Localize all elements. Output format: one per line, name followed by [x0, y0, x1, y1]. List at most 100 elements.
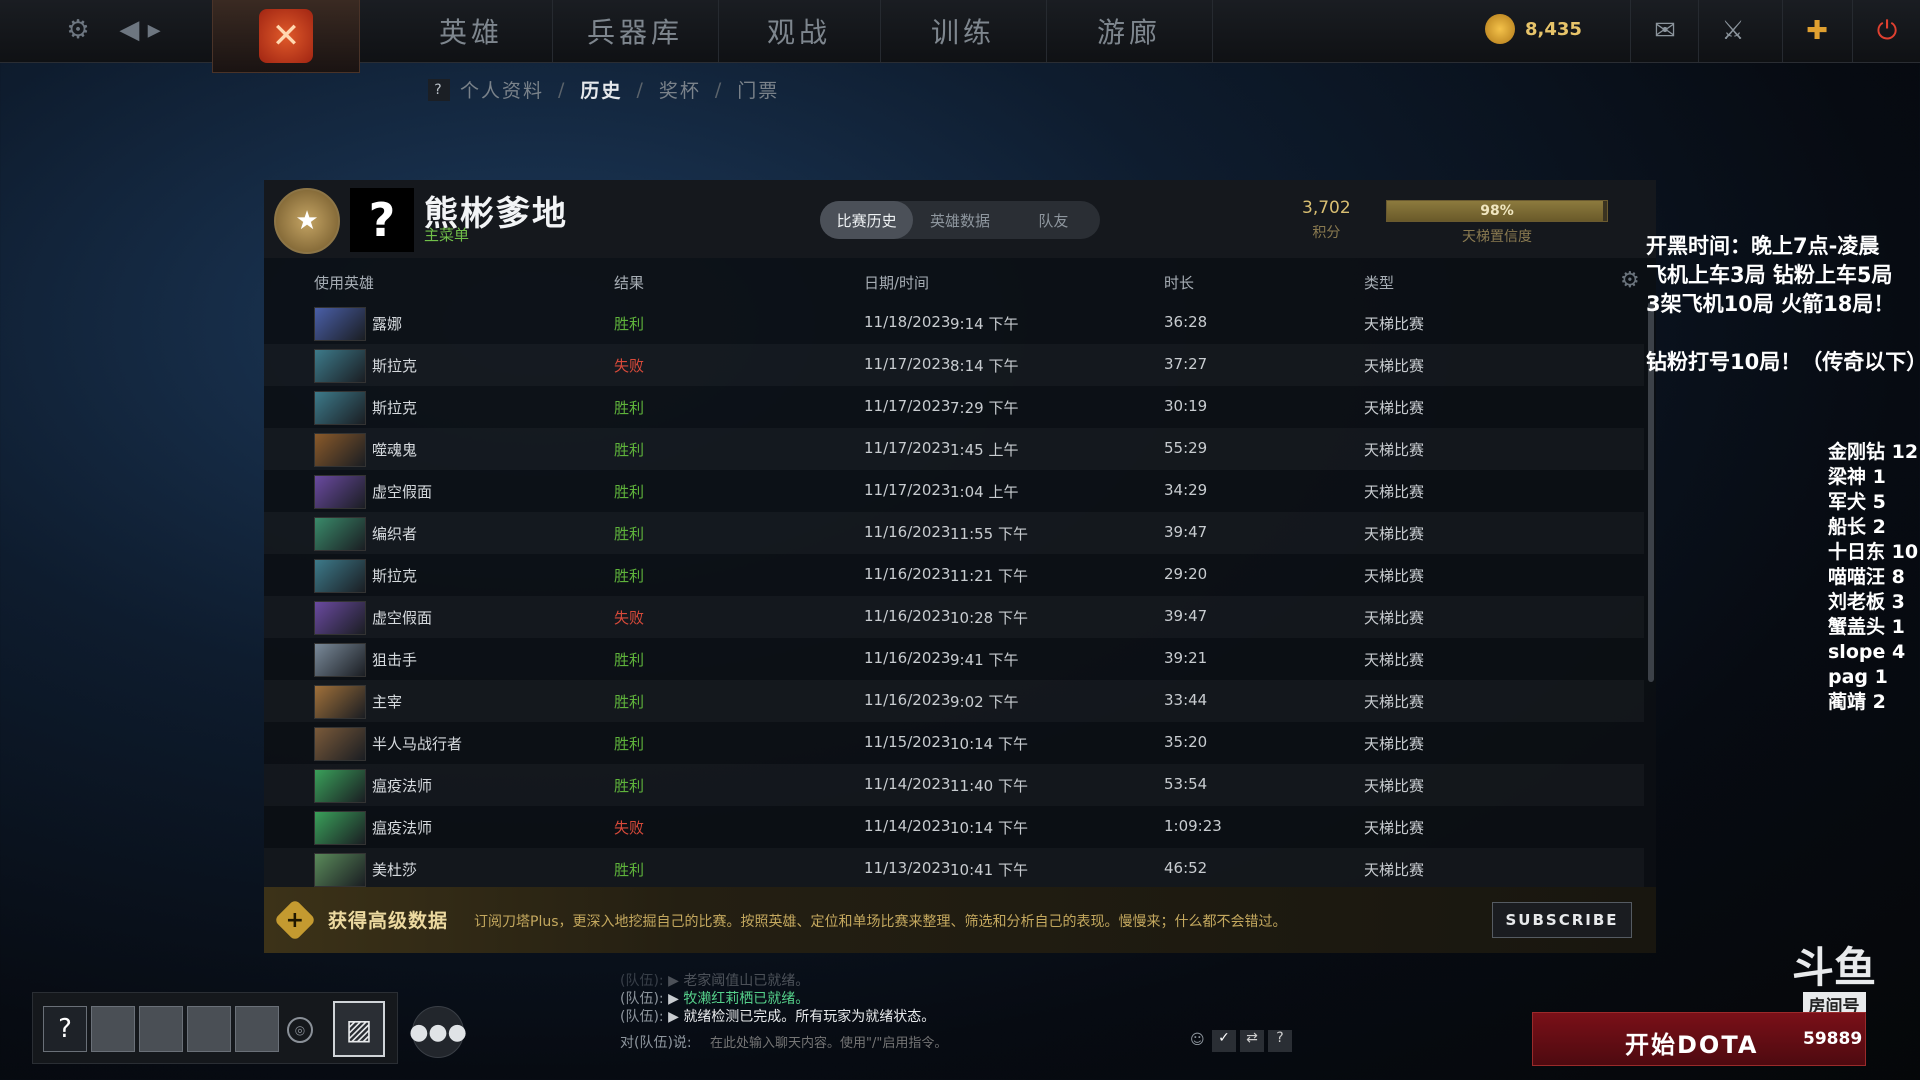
chat-help-icon[interactable]: ?: [1268, 1030, 1292, 1052]
hero-portrait-icon: [314, 685, 366, 719]
party-rank-icon[interactable]: ▨: [333, 1001, 385, 1057]
shards-display[interactable]: 8,435: [1485, 14, 1582, 44]
match-duration: 37:27: [1164, 355, 1208, 373]
tally-item: 军犬 5: [1828, 491, 1886, 513]
chat-channel: (队伍):: [620, 1009, 664, 1025]
match-time: 1:45 上午: [950, 441, 1019, 459]
breadcrumb-history[interactable]: 历史: [580, 76, 622, 103]
match-result: 胜利: [614, 777, 645, 795]
chat-text: 老家阈值山已就绪。: [683, 973, 810, 989]
table-row[interactable]: 主宰 胜利 11/16/2023 9:02 下午 33:44 天梯比赛: [264, 680, 1644, 722]
match-result: 失败: [614, 357, 645, 375]
chat-line: (队伍): ▶ 老家阈值山已就绪。: [620, 973, 810, 989]
chat-line: (队伍): ▶ 就绪检测已完成。所有玩家为就绪状态。: [620, 1009, 936, 1025]
table-row[interactable]: 斯拉克 失败 11/17/2023 8:14 下午 37:27 天梯比赛: [264, 344, 1644, 386]
table-row[interactable]: 斯拉克 胜利 11/16/2023 11:21 下午 29:20 天梯比赛: [264, 554, 1644, 596]
checkmark-icon[interactable]: ✓: [1212, 1030, 1236, 1052]
play-dota-label: 开始DOTA: [1625, 1031, 1759, 1059]
breadcrumb-profile[interactable]: 个人资料: [460, 76, 544, 103]
breadcrumb-tickets[interactable]: 门票: [737, 76, 779, 103]
mail-icon[interactable]: ✉: [1630, 0, 1699, 62]
shards-coin-icon: [1485, 14, 1515, 44]
rank-medal-icon[interactable]: ★: [274, 188, 340, 254]
table-row[interactable]: 半人马战行者 胜利 11/15/2023 10:14 下午 35:20 天梯比赛: [264, 722, 1644, 764]
match-date: 11/17/2023: [864, 481, 951, 499]
dota-logo-button[interactable]: ✕: [212, 0, 360, 73]
hero-portrait-icon: [314, 727, 366, 761]
nav-tab-arcade[interactable]: 游廊: [1046, 0, 1213, 62]
table-row[interactable]: 瘟疫法师 胜利 11/14/2023 11:40 下午 53:54 天梯比赛: [264, 764, 1644, 806]
friends-group-icon[interactable]: ●●●: [409, 1006, 467, 1058]
hero-portrait-icon: [314, 559, 366, 593]
swap-icon[interactable]: ⇄: [1240, 1030, 1264, 1052]
tally-item: 十日东 10: [1828, 541, 1919, 563]
hero-name: 美杜莎: [372, 861, 418, 879]
match-result: 胜利: [614, 693, 645, 711]
table-row[interactable]: 瘟疫法师 失败 11/14/2023 10:14 下午 1:09:23 天梯比赛: [264, 806, 1644, 848]
dota-plus-banner: + 获得高级数据 订阅刀塔Plus，更深入地挖掘自己的比赛。按照英雄、定位和单场…: [264, 887, 1656, 953]
tab-match-history[interactable]: 比赛历史: [820, 201, 914, 239]
match-duration: 34:29: [1164, 481, 1208, 499]
header-datetime[interactable]: 日期/时间: [864, 272, 929, 293]
match-type: 天梯比赛: [1364, 525, 1425, 543]
nav-tab-watch[interactable]: 观战: [718, 0, 881, 62]
tally-item: 金刚钻 12: [1828, 441, 1919, 463]
tally-item: slope 4: [1828, 641, 1906, 663]
table-row[interactable]: 噬魂鬼 胜利 11/17/2023 1:45 上午 55:29 天梯比赛: [264, 428, 1644, 470]
table-row[interactable]: 编织者 胜利 11/16/2023 11:55 下午 39:47 天梯比赛: [264, 512, 1644, 554]
header-hero[interactable]: 使用英雄: [314, 272, 374, 293]
tally-item: 蔺靖 2: [1828, 691, 1886, 713]
party-bar: ? ◎ ▨: [32, 992, 398, 1064]
room-number: 59889: [1803, 1029, 1863, 1049]
hero-name: 虚空假面: [372, 609, 433, 627]
settings-gear-icon[interactable]: ⚙: [60, 12, 96, 48]
power-icon[interactable]: ⏻: [1852, 0, 1920, 62]
tab-hero-stats[interactable]: 英雄数据: [913, 201, 1006, 239]
rank-confidence: 98% 天梯置信度: [1386, 200, 1608, 246]
table-row[interactable]: 美杜莎 胜利 11/13/2023 10:41 下午 46:52 天梯比赛: [264, 848, 1644, 890]
help-icon[interactable]: ?: [428, 78, 450, 101]
match-time: 10:14 下午: [950, 819, 1028, 837]
chat-log: (队伍): ▶ 老家阈值山已就绪。 (队伍): ▶ 牧濑红莉栖已就绪。 (队伍)…: [620, 972, 1300, 1026]
back-forward-arrows-icon[interactable]: ◀ ▸: [118, 12, 162, 48]
header-result[interactable]: 结果: [614, 272, 644, 293]
table-row[interactable]: 狙击手 胜利 11/16/2023 9:41 下午 39:21 天梯比赛: [264, 638, 1644, 680]
party-slot-member[interactable]: [91, 1006, 135, 1052]
table-row[interactable]: 斯拉克 胜利 11/17/2023 7:29 下午 30:19 天梯比赛: [264, 386, 1644, 428]
tab-teammates[interactable]: 队友: [1007, 201, 1100, 239]
hero-name: 露娜: [372, 315, 403, 333]
table-row[interactable]: 虚空假面 胜利 11/17/2023 1:04 上午 34:29 天梯比赛: [264, 470, 1644, 512]
table-row[interactable]: 虚空假面 失败 11/16/2023 10:28 下午 39:47 天梯比赛: [264, 596, 1644, 638]
avatar[interactable]: ?: [350, 188, 414, 252]
voice-headset-icon[interactable]: ◎: [287, 1017, 313, 1043]
match-date: 11/16/2023: [864, 565, 951, 583]
player-subtitle[interactable]: 主菜单: [424, 224, 469, 245]
party-slot-member[interactable]: [187, 1006, 231, 1052]
header-duration[interactable]: 时长: [1164, 272, 1194, 293]
party-slot-self[interactable]: ?: [43, 1006, 87, 1052]
header-type[interactable]: 类型: [1364, 272, 1394, 293]
party-slot-member[interactable]: [139, 1006, 183, 1052]
table-row[interactable]: 露娜 胜利 11/18/2023 9:14 下午 36:28 天梯比赛: [264, 302, 1644, 344]
play-dota-button[interactable]: 开始DOTA 59889: [1532, 1012, 1866, 1066]
inventory-icon[interactable]: ⚔: [1698, 0, 1767, 62]
emoji-icon[interactable]: ☺: [1190, 1032, 1205, 1048]
match-duration: 39:47: [1164, 523, 1208, 541]
party-slot-member[interactable]: [235, 1006, 279, 1052]
tally-item: 刘老板 3: [1828, 591, 1905, 613]
table-settings-gear-icon[interactable]: ⚙: [1620, 268, 1640, 293]
subscribe-button[interactable]: SUBSCRIBE: [1492, 902, 1632, 938]
chat-input[interactable]: [708, 1032, 1192, 1054]
breadcrumb-trophies[interactable]: 奖杯: [659, 76, 701, 103]
nav-tab-learn[interactable]: 训练: [880, 0, 1047, 62]
dota-plus-icon[interactable]: ✚: [1782, 0, 1851, 62]
nav-tab-heroes[interactable]: 英雄: [390, 0, 553, 62]
match-duration: 35:20: [1164, 733, 1208, 751]
match-date: 11/16/2023: [864, 649, 951, 667]
match-date: 11/14/2023: [864, 775, 951, 793]
hero-name: 狙击手: [372, 651, 418, 669]
match-time: 10:41 下午: [950, 861, 1028, 879]
hero-portrait-icon: [314, 391, 366, 425]
match-result: 胜利: [614, 441, 645, 459]
nav-tab-armory[interactable]: 兵器库: [552, 0, 719, 62]
